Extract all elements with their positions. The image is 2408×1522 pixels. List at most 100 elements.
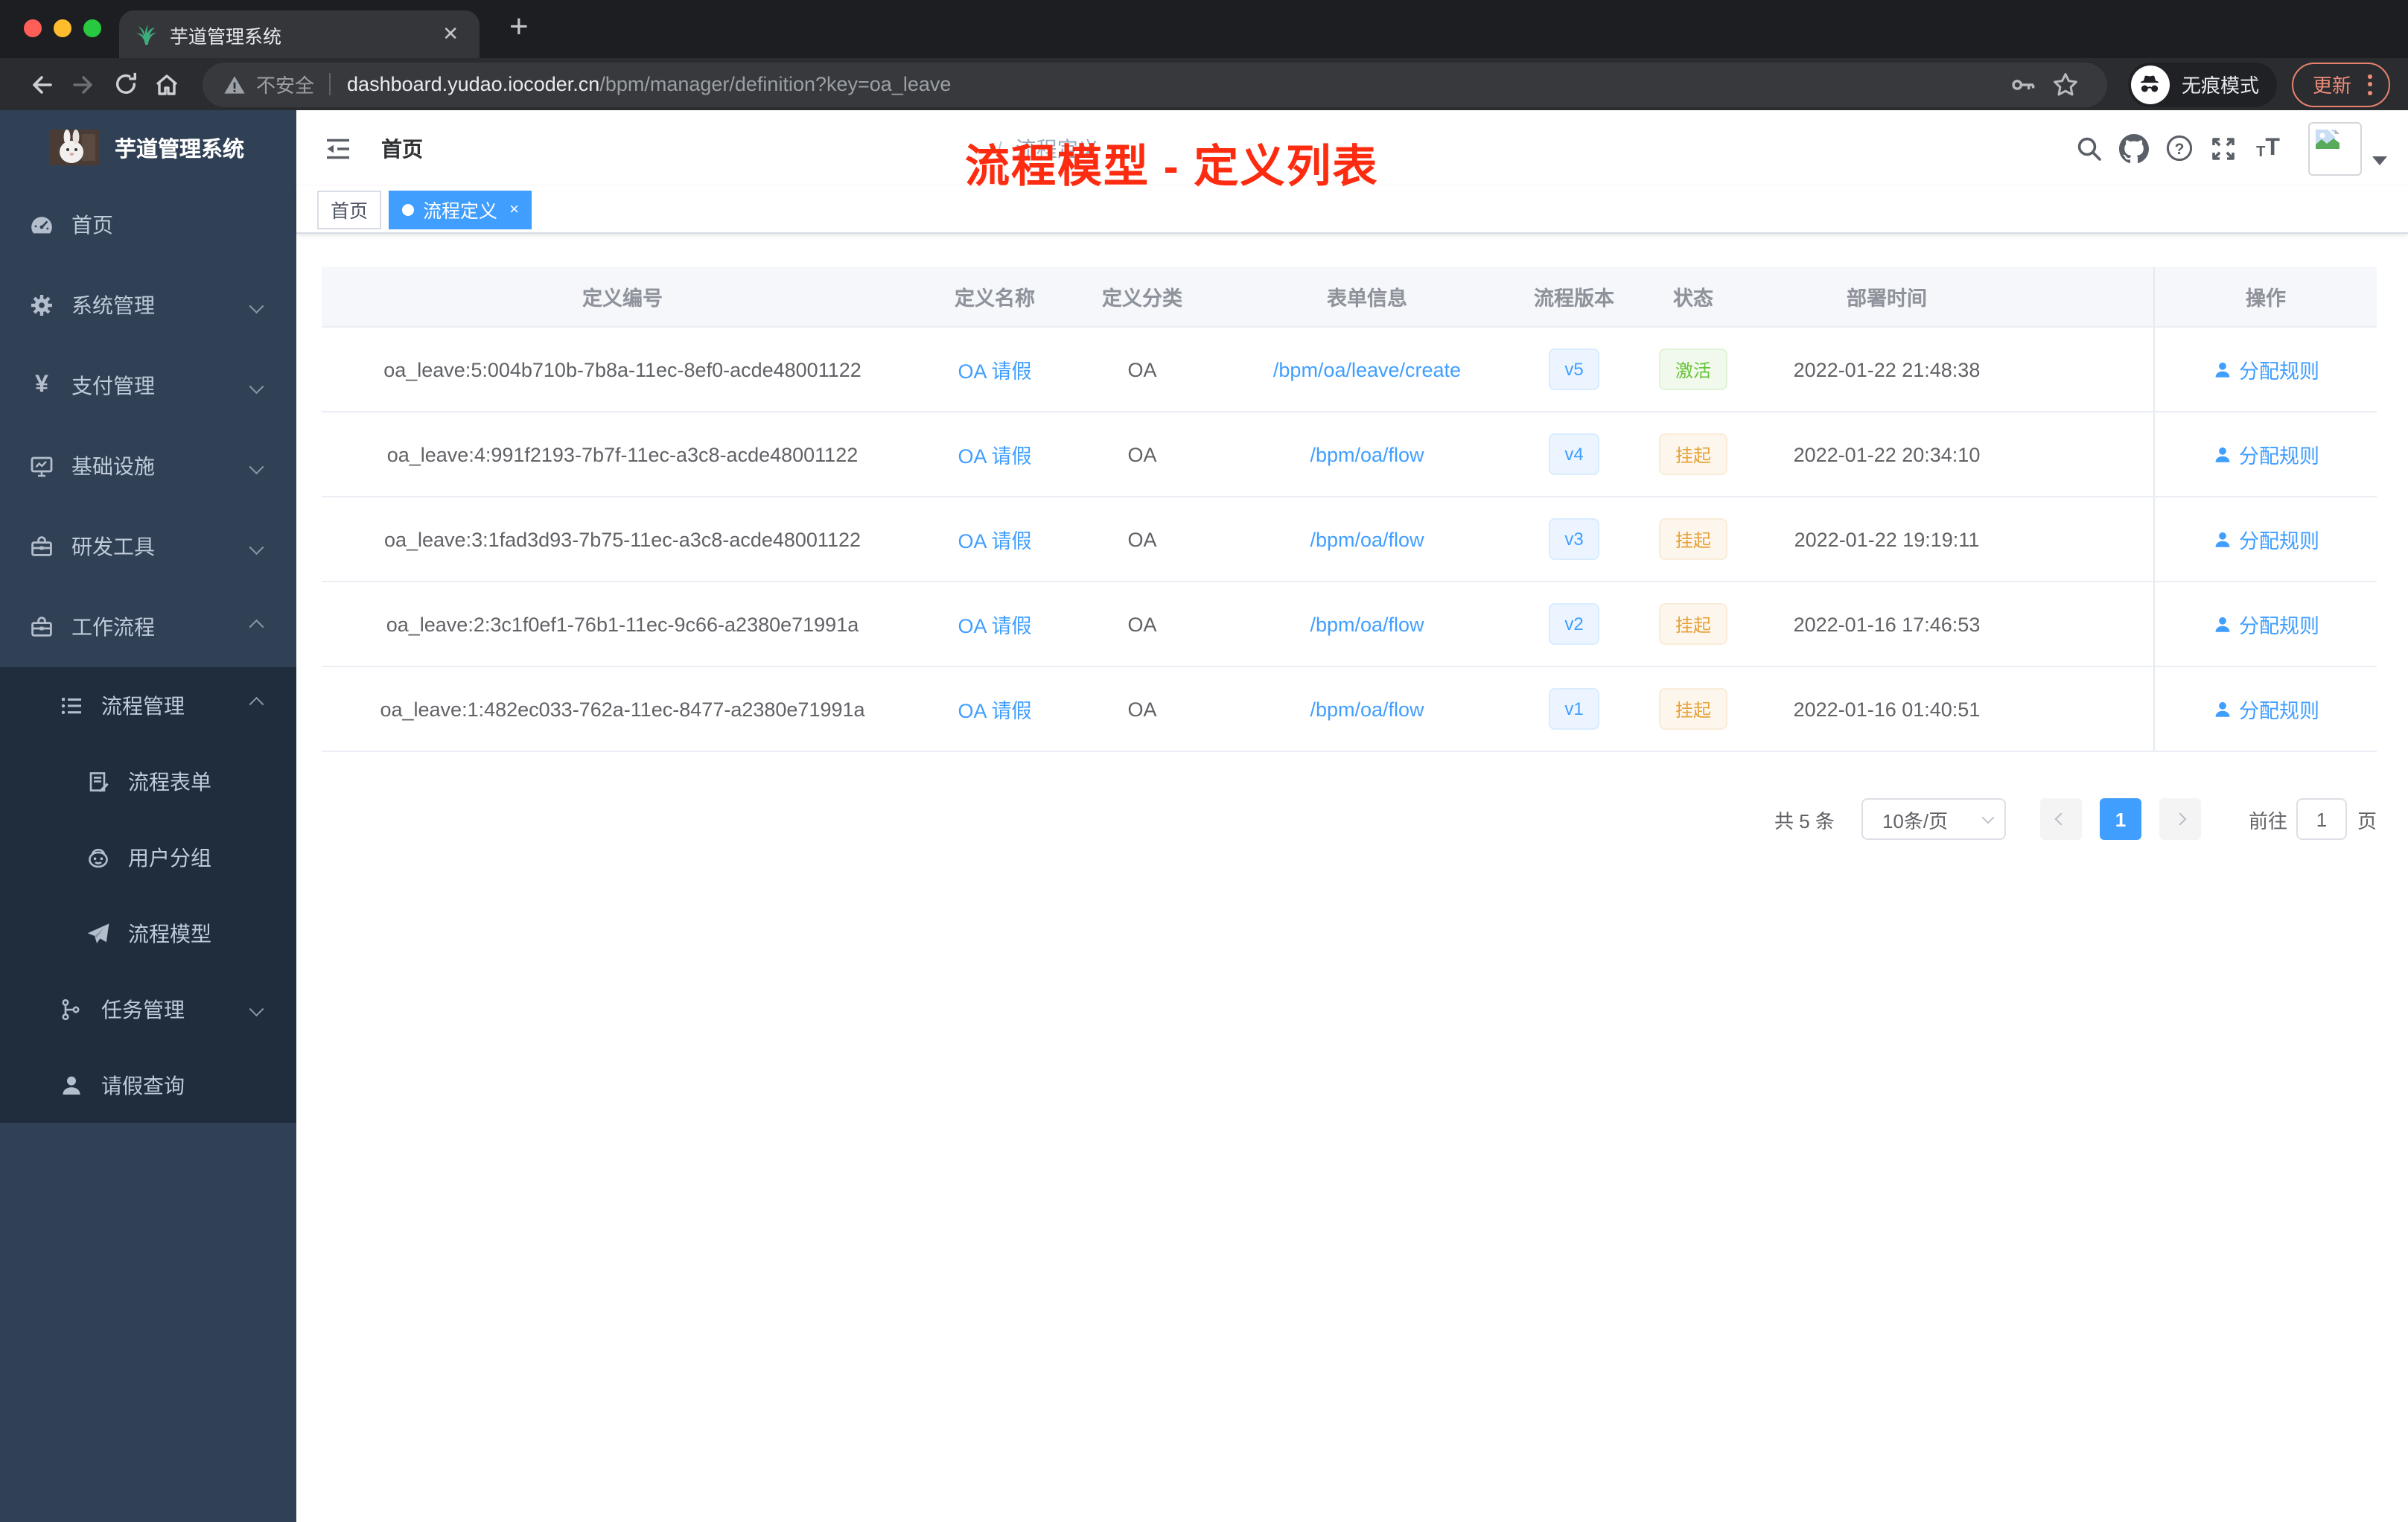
favicon-leaf-icon bbox=[134, 23, 156, 45]
sidebar-item-process-form[interactable]: 流程表单 bbox=[0, 743, 296, 819]
user-icon bbox=[2214, 531, 2229, 547]
dashboard-icon bbox=[30, 213, 54, 237]
pagination: 共 5 条 10条/页 1 前往 页 bbox=[322, 798, 2377, 840]
next-page-button[interactable] bbox=[2159, 798, 2201, 840]
assign-rule-link[interactable]: 分配规则 bbox=[2212, 694, 2319, 724]
reload-icon[interactable] bbox=[104, 63, 146, 105]
breadcrumb-home[interactable]: 首页 bbox=[381, 133, 983, 163]
back-icon[interactable] bbox=[21, 63, 63, 105]
minimize-window-button[interactable] bbox=[54, 19, 71, 37]
security-label[interactable]: 不安全 bbox=[256, 70, 314, 98]
fullscreen-icon[interactable] bbox=[2201, 126, 2246, 171]
definition-name-link[interactable]: OA 请假 bbox=[958, 524, 1031, 554]
forward-icon[interactable] bbox=[63, 63, 104, 105]
form-info-link[interactable]: /bpm/oa/flow bbox=[1310, 613, 1424, 635]
sidebar-item-infra[interactable]: 基础设施 bbox=[0, 426, 296, 506]
deploy-time-cell: 2022-01-16 17:46:53 bbox=[1793, 613, 1981, 635]
version-tag: v3 bbox=[1548, 518, 1600, 560]
sidebar-item-home[interactable]: 首页 bbox=[0, 185, 296, 265]
new-tab-button[interactable]: + bbox=[500, 4, 538, 49]
page-size-select[interactable]: 10条/页 bbox=[1861, 798, 2006, 840]
home-icon[interactable] bbox=[146, 63, 188, 105]
tag-process-definition[interactable]: 流程定义 × bbox=[389, 190, 532, 229]
close-window-button[interactable] bbox=[24, 19, 42, 37]
sidebar-submenu: 流程管理 流程表单 用户分组 流程模型 任务管理 请假查询 bbox=[0, 667, 296, 1123]
sidebar-item-user-group[interactable]: 用户分组 bbox=[0, 819, 296, 895]
help-icon[interactable]: ? bbox=[2156, 126, 2201, 171]
sidebar-item-task-manage[interactable]: 任务管理 bbox=[0, 971, 296, 1047]
tag-label: 流程定义 bbox=[423, 201, 498, 222]
sidebar-item-process-model[interactable]: 流程模型 bbox=[0, 895, 296, 971]
tree-icon bbox=[60, 997, 83, 1021]
user-icon bbox=[2214, 446, 2229, 462]
form-info-link[interactable]: /bpm/oa/flow bbox=[1310, 443, 1424, 465]
definition-category-cell: OA bbox=[1127, 698, 1157, 720]
tag-close-icon[interactable]: × bbox=[509, 200, 519, 218]
search-icon[interactable] bbox=[2067, 126, 2112, 171]
definition-name-link[interactable]: OA 请假 bbox=[958, 354, 1031, 384]
app-logo[interactable]: 芋道管理系统 bbox=[0, 110, 296, 185]
assign-rule-link[interactable]: 分配规则 bbox=[2212, 439, 2319, 469]
github-icon[interactable] bbox=[2112, 126, 2156, 171]
version-tag: v5 bbox=[1548, 348, 1600, 390]
incognito-icon bbox=[2130, 65, 2170, 104]
url-text[interactable]: dashboard.yudao.iocoder.cn/bpm/manager/d… bbox=[347, 73, 951, 95]
form-info-link[interactable]: /bpm/oa/flow bbox=[1310, 528, 1424, 550]
table-row: oa_leave:1:482ec033-762a-11ec-8477-a2380… bbox=[322, 667, 2377, 752]
filler-cell bbox=[2019, 582, 2153, 666]
table-row: oa_leave:3:1fad3d93-7b75-11ec-a3c8-acde4… bbox=[322, 497, 2377, 582]
current-page-button[interactable]: 1 bbox=[2099, 798, 2141, 840]
status-badge: 挂起 bbox=[1658, 688, 1727, 730]
assign-rule-link[interactable]: 分配规则 bbox=[2212, 524, 2319, 554]
sidebar-item-workflow[interactable]: 工作流程 bbox=[0, 587, 296, 667]
form-icon bbox=[86, 769, 110, 793]
zoom-window-button[interactable] bbox=[83, 19, 101, 37]
definition-category-cell: OA bbox=[1127, 613, 1157, 635]
avatar-dropdown-icon[interactable] bbox=[2372, 156, 2387, 165]
avatar[interactable] bbox=[2308, 121, 2362, 175]
form-info-link[interactable]: /bpm/oa/leave/create bbox=[1273, 358, 1461, 380]
sidebar-item-leave-query[interactable]: 请假查询 bbox=[0, 1047, 296, 1123]
bookmark-star-icon[interactable] bbox=[2045, 63, 2086, 105]
sidebar-toggle-icon[interactable] bbox=[316, 127, 360, 169]
assign-rule-link[interactable]: 分配规则 bbox=[2212, 354, 2319, 384]
browser-tab[interactable]: 芋道管理系统 ✕ bbox=[119, 10, 480, 58]
key-icon[interactable] bbox=[2003, 63, 2045, 105]
table-row: oa_leave:2:3c1f0ef1-76b1-11ec-9c66-a2380… bbox=[322, 582, 2377, 667]
gear-icon bbox=[30, 293, 54, 317]
sidebar-item-process-manage[interactable]: 流程管理 bbox=[0, 667, 296, 743]
update-button[interactable]: 更新 bbox=[2291, 62, 2390, 106]
address-bar[interactable]: 不安全 dashboard.yudao.iocoder.cn/bpm/manag… bbox=[203, 62, 2107, 106]
sidebar-item-label: 流程表单 bbox=[128, 769, 211, 793]
definition-name-link[interactable]: OA 请假 bbox=[958, 439, 1031, 469]
browser-toolbar: 不安全 dashboard.yudao.iocoder.cn/bpm/manag… bbox=[0, 58, 2408, 110]
version-cell: v4 bbox=[1516, 413, 1632, 496]
status-cell: 挂起 bbox=[1632, 413, 1754, 496]
window-controls bbox=[24, 19, 101, 37]
version-tag: v4 bbox=[1548, 433, 1600, 475]
status-cell: 挂起 bbox=[1632, 497, 1754, 581]
tab-close-icon[interactable]: ✕ bbox=[436, 22, 465, 46]
svg-text:?: ? bbox=[2174, 141, 2184, 158]
form-info-cell: /bpm/oa/flow bbox=[1218, 582, 1516, 666]
sidebar-item-label: 系统管理 bbox=[71, 293, 155, 317]
font-size-icon[interactable]: TT bbox=[2246, 126, 2290, 171]
form-info-link[interactable]: /bpm/oa/flow bbox=[1310, 698, 1424, 720]
sidebar-item-system[interactable]: 系统管理 bbox=[0, 265, 296, 346]
sidebar-item-devtools[interactable]: 研发工具 bbox=[0, 506, 296, 587]
assign-rule-link[interactable]: 分配规则 bbox=[2212, 609, 2319, 639]
logo-bunny-image bbox=[49, 130, 100, 165]
tag-home[interactable]: 首页 bbox=[317, 190, 382, 229]
incognito-label: 无痕模式 bbox=[2181, 74, 2259, 97]
url-separator bbox=[329, 73, 331, 95]
definition-id-cell: oa_leave:5:004b710b-7b8a-11ec-8ef0-acde4… bbox=[383, 358, 861, 380]
browser-menu-icon[interactable] bbox=[2365, 71, 2375, 98]
definition-name-link[interactable]: OA 请假 bbox=[958, 609, 1031, 639]
definition-name-link[interactable]: OA 请假 bbox=[958, 694, 1031, 724]
sidebar-item-label: 请假查询 bbox=[101, 1073, 185, 1097]
prev-page-button[interactable] bbox=[2039, 798, 2082, 840]
sidebar-item-payment[interactable]: ¥ 支付管理 bbox=[0, 346, 296, 426]
broken-image-icon bbox=[2316, 129, 2339, 148]
column-header: 表单信息 bbox=[1327, 287, 1407, 310]
goto-page-input[interactable] bbox=[2296, 798, 2347, 840]
